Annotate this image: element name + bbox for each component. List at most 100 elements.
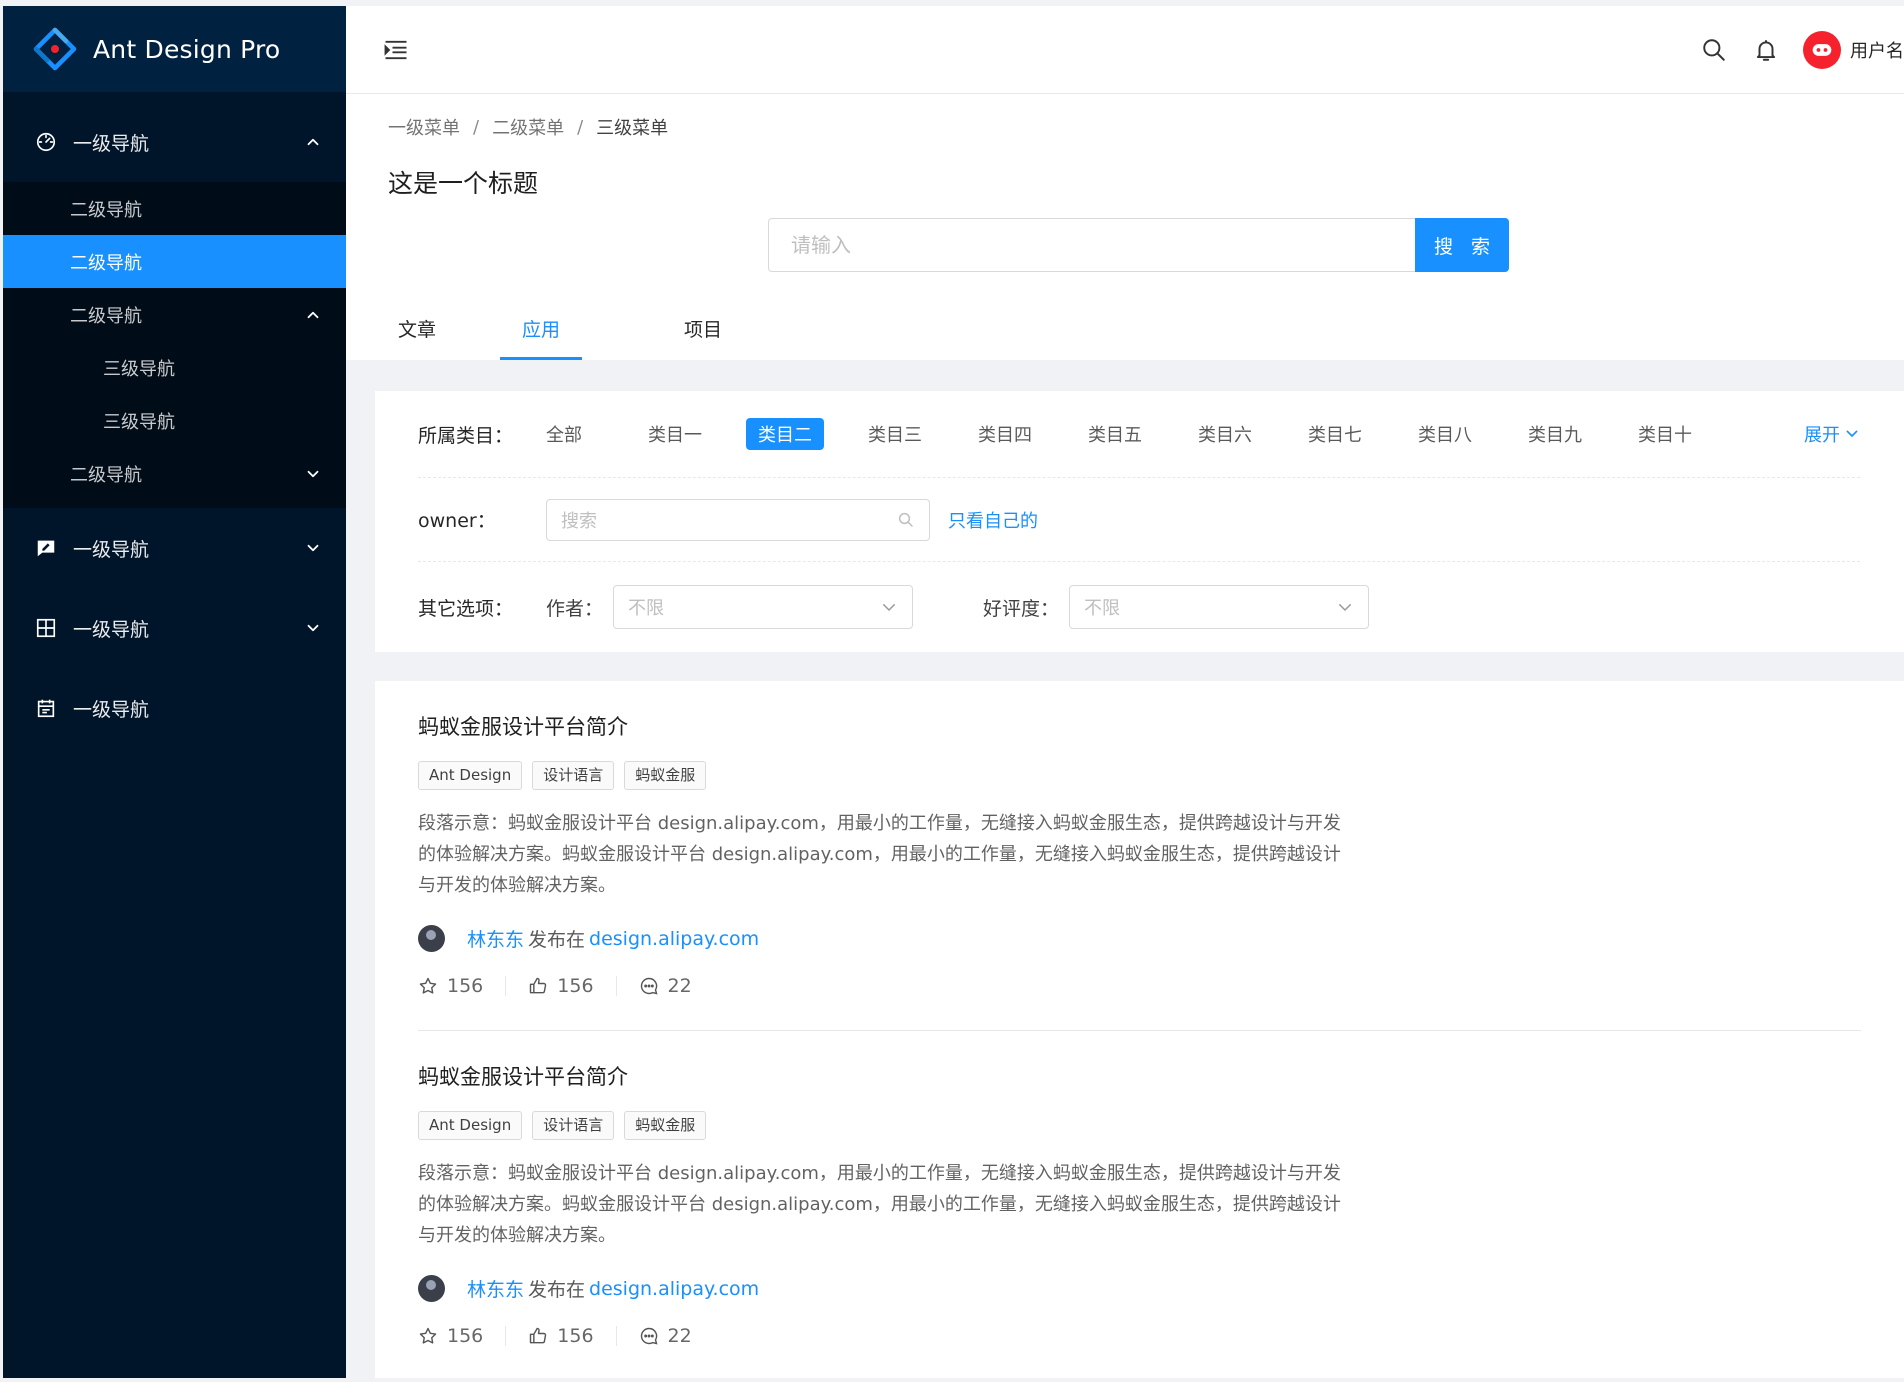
category-option-selected[interactable]: 类目二 xyxy=(746,418,824,450)
username[interactable]: 用户名 xyxy=(1850,37,1904,63)
category-option[interactable]: 类目四 xyxy=(950,418,1060,450)
message-count: 22 xyxy=(667,1325,692,1347)
article-title[interactable]: 蚂蚁金服设计平台简介 xyxy=(418,1061,1861,1091)
message-icon xyxy=(640,1327,658,1345)
sidebar-item-1[interactable]: 一级导航 xyxy=(3,102,346,182)
chevron-down-icon xyxy=(307,544,319,552)
expand-toggle[interactable]: 展开 xyxy=(1804,421,1860,447)
sidebar-item-2[interactable]: 一级导航 xyxy=(3,508,346,588)
page-title: 这是一个标题 xyxy=(388,169,539,198)
message-count: 22 xyxy=(667,975,692,997)
submenu-item-label: 二级导航 xyxy=(70,305,142,327)
tag: 蚂蚁金服 xyxy=(624,1111,707,1140)
submenu-item-2-active[interactable]: 二级导航 xyxy=(3,235,346,288)
third-level-item-1[interactable]: 三级导航 xyxy=(3,341,346,394)
message-action[interactable]: 22 xyxy=(617,975,714,997)
tabs: 文章 应用 项目 xyxy=(388,296,1904,360)
chevron-down-icon xyxy=(1846,430,1858,437)
chevron-down-icon xyxy=(883,604,896,611)
tab-applications[interactable]: 应用 xyxy=(500,296,583,360)
category-option[interactable]: 类目五 xyxy=(1060,418,1170,450)
menu-fold-icon[interactable] xyxy=(382,36,410,64)
sidebar-item-3[interactable]: 一级导航 xyxy=(3,588,346,668)
bell-icon[interactable] xyxy=(1751,35,1781,65)
table-icon xyxy=(33,615,59,641)
star-icon xyxy=(419,1327,437,1344)
like-count: 156 xyxy=(557,1325,594,1347)
list-item: 蚂蚁金服设计平台简介 Ant Design 设计语言 蚂蚁金服 段落示意：蚂蚁金… xyxy=(418,681,1861,1031)
search-button[interactable]: 搜 索 xyxy=(1415,218,1509,272)
rating-select-value: 不限 xyxy=(1084,598,1121,619)
article-actions: 156 156 22 xyxy=(418,1325,1861,1347)
avatar[interactable] xyxy=(1803,31,1841,69)
category-option[interactable]: 类目一 xyxy=(620,418,730,450)
article-description: 段落示意：蚂蚁金服设计平台 design.alipay.com，用最小的工作量，… xyxy=(418,813,1341,896)
chevron-down-icon xyxy=(307,470,319,477)
submenu: 二级导航 二级导航 二级导航 三级导航 三级导航 二级导航 xyxy=(3,182,346,508)
author-link[interactable]: 林东东 xyxy=(467,1275,524,1302)
star-action[interactable]: 156 xyxy=(418,1325,507,1347)
sidebar-item-label: 一级导航 xyxy=(73,132,150,155)
submenu-item-label: 二级导航 xyxy=(70,252,142,274)
article-list: 蚂蚁金服设计平台简介 Ant Design 设计语言 蚂蚁金服 段落示意：蚂蚁金… xyxy=(375,681,1904,1378)
tab-projects[interactable]: 项目 xyxy=(662,296,744,360)
tab-articles[interactable]: 文章 xyxy=(394,296,436,360)
sidebar-item-label: 一级导航 xyxy=(73,538,150,561)
category-option[interactable]: 类目六 xyxy=(1170,418,1280,450)
only-mine-link[interactable]: 只看自己的 xyxy=(948,507,1038,533)
category-option[interactable]: 类目七 xyxy=(1280,418,1390,450)
logo[interactable]: Ant Design Pro xyxy=(3,6,346,92)
site-link[interactable]: design.alipay.com xyxy=(589,1278,759,1300)
owner-row: owner： 搜索 只看自己的 xyxy=(418,478,1860,562)
search-icon[interactable] xyxy=(1699,35,1729,65)
tag: 设计语言 xyxy=(532,761,615,790)
avatar-face-icon xyxy=(1812,44,1832,56)
breadcrumb-item-current: 三级菜单 xyxy=(596,118,669,139)
search-input[interactable] xyxy=(768,218,1415,272)
like-count: 156 xyxy=(557,975,594,997)
category-option[interactable]: 类目三 xyxy=(840,418,950,450)
rating-label: 好评度： xyxy=(983,597,1060,620)
tag-group: Ant Design 设计语言 蚂蚁金服 xyxy=(418,761,1861,790)
submenu-item-label: 二级导航 xyxy=(70,199,142,221)
chevron-down-icon xyxy=(1339,604,1352,611)
owner-search-input[interactable]: 搜索 xyxy=(546,498,930,541)
category-option[interactable]: 类目八 xyxy=(1390,418,1500,450)
sidebar-item-4[interactable]: 一级导航 xyxy=(3,668,346,748)
category-option[interactable]: 类目九 xyxy=(1500,418,1610,450)
published-text: 发布在 xyxy=(528,1279,586,1301)
article-actions: 156 156 22 xyxy=(418,975,1861,997)
submenu-item-3[interactable]: 二级导航 xyxy=(3,288,346,341)
submenu-item-1[interactable]: 二级导航 xyxy=(3,182,346,235)
author-avatar xyxy=(418,1275,445,1302)
breadcrumb-separator: / xyxy=(473,116,480,138)
message-icon xyxy=(640,977,658,995)
breadcrumb-item[interactable]: 一级菜单 xyxy=(388,114,460,140)
author-select[interactable]: 不限 xyxy=(613,585,914,629)
article-title[interactable]: 蚂蚁金服设计平台简介 xyxy=(418,711,1861,741)
main-content: 用户名 一级菜单 / 二级菜单 / 三级菜单 这是一个标题 搜 索 文章 应用 … xyxy=(346,6,1904,1378)
star-action[interactable]: 156 xyxy=(418,975,507,997)
sidebar-menu: 一级导航 二级导航 二级导航 二级导航 三级导航 三级导航 二级导航 一级导航 … xyxy=(3,92,346,748)
like-action[interactable]: 156 xyxy=(506,1325,617,1347)
star-icon xyxy=(419,977,437,994)
chevron-down-icon xyxy=(307,624,319,632)
author-link[interactable]: 林东东 xyxy=(467,925,524,952)
submenu-item-label: 二级导航 xyxy=(70,464,142,486)
like-action[interactable]: 156 xyxy=(506,975,617,997)
page-header: 一级菜单 / 二级菜单 / 三级菜单 这是一个标题 搜 索 文章 应用 项目 xyxy=(346,94,1904,360)
breadcrumb-item[interactable]: 二级菜单 xyxy=(492,114,564,140)
filter-card: 所属类目： 全部 类目一 类目二 类目三 类目四 类目五 类目六 类目七 类目八… xyxy=(375,391,1904,652)
rating-select[interactable]: 不限 xyxy=(1069,585,1370,629)
tag: 设计语言 xyxy=(532,1111,615,1140)
search-bar: 搜 索 xyxy=(768,218,1904,272)
submenu-item-4[interactable]: 二级导航 xyxy=(3,447,346,500)
list-item: 蚂蚁金服设计平台简介 Ant Design 设计语言 蚂蚁金服 段落示意：蚂蚁金… xyxy=(418,1031,1861,1378)
category-all[interactable]: 全部 xyxy=(546,418,586,450)
author-label: 作者： xyxy=(546,597,604,620)
message-action[interactable]: 22 xyxy=(617,1325,714,1347)
third-level-item-2[interactable]: 三级导航 xyxy=(3,394,346,447)
category-option[interactable]: 类目十 xyxy=(1610,418,1720,450)
top-header: 用户名 xyxy=(346,6,1904,94)
site-link[interactable]: design.alipay.com xyxy=(589,928,759,950)
